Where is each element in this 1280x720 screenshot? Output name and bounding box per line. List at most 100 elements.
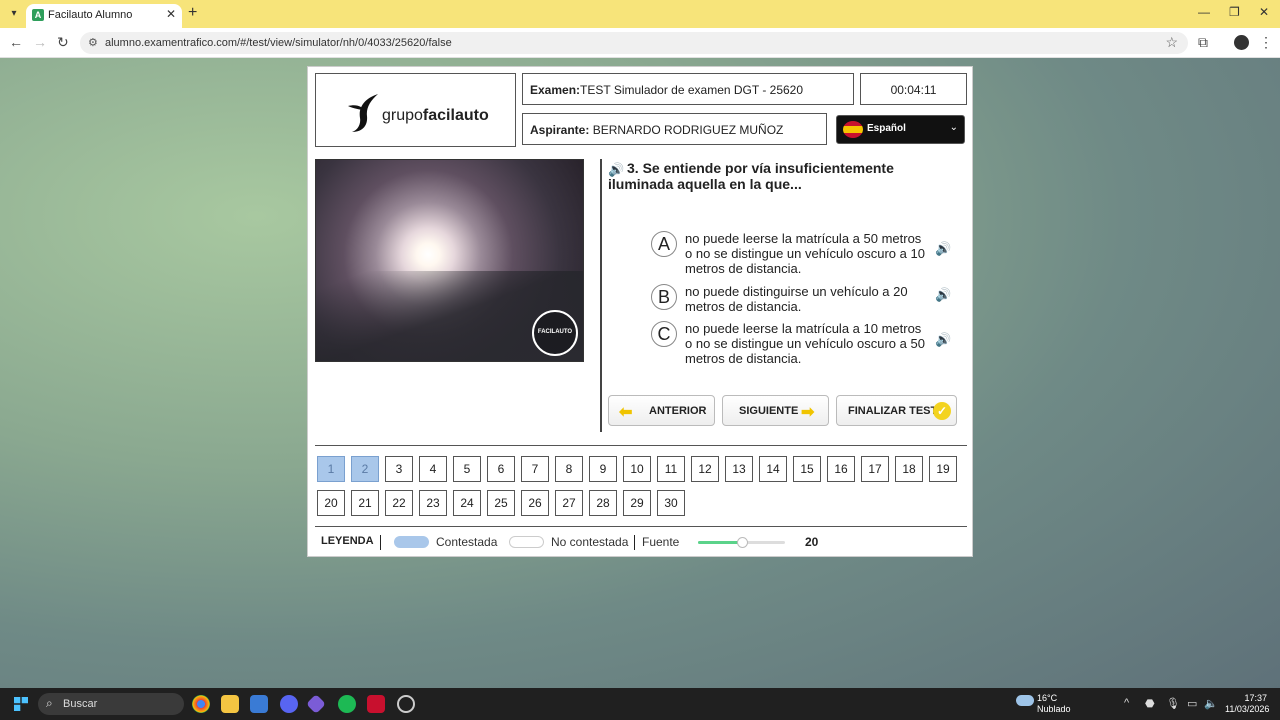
store-icon[interactable] (250, 695, 268, 713)
volume-icon[interactable]: 🔈 (1204, 697, 1218, 710)
option-b[interactable]: B no puede distinguirse un vehículo a 20… (651, 284, 963, 316)
question-number-19[interactable]: 19 (929, 456, 957, 482)
question-number-24[interactable]: 24 (453, 490, 481, 516)
taskbar-search[interactable]: ⌕ Buscar (38, 693, 184, 715)
question-number-10[interactable]: 10 (623, 456, 651, 482)
tab-search-icon[interactable]: ▾ (6, 6, 22, 22)
minimize-icon[interactable]: — (1198, 5, 1210, 19)
question-number-4[interactable]: 4 (419, 456, 447, 482)
app-icon[interactable] (306, 694, 326, 714)
question-number-6[interactable]: 6 (487, 456, 515, 482)
clock[interactable]: 17:37 11/03/2026 (1225, 693, 1269, 715)
chrome-icon[interactable] (192, 695, 210, 713)
tray-app-icon[interactable]: ⬣ (1145, 697, 1155, 710)
address-bar[interactable]: ⚙ alumno.examentrafico.com/#/test/view/s… (80, 32, 1188, 54)
logo-text-light: grupo (382, 107, 423, 124)
question-number-18[interactable]: 18 (895, 456, 923, 482)
badge-text: FACILAUTO (537, 329, 573, 335)
question-number-7[interactable]: 7 (521, 456, 549, 482)
chevron-up-icon[interactable]: ^ (1124, 697, 1129, 709)
file-explorer-icon[interactable] (221, 695, 239, 713)
question-number-12[interactable]: 12 (691, 456, 719, 482)
facilauto-bird-icon (348, 94, 378, 132)
question-number-26[interactable]: 26 (521, 490, 549, 516)
answered-legend: Contestada (436, 535, 498, 549)
next-button[interactable]: SIGUIENTE ➡ (722, 395, 829, 426)
game-app-icon[interactable] (367, 695, 385, 713)
network-icon[interactable]: ▭ (1187, 697, 1197, 710)
question-number-17[interactable]: 17 (861, 456, 889, 482)
site-info-icon[interactable]: ⚙ (88, 36, 98, 49)
steam-icon[interactable] (397, 695, 415, 713)
exam-value: TEST Simulador de examen DGT - 25620 (580, 83, 804, 97)
spain-flag-icon (843, 121, 863, 138)
timer: 00:04:11 (860, 73, 967, 105)
unanswered-swatch (509, 536, 544, 548)
question-number-2[interactable]: 2 (351, 456, 379, 482)
url-text[interactable]: alumno.examentrafico.com/#/test/view/sim… (105, 37, 452, 49)
font-size-value: 20 (805, 535, 819, 549)
question-number-15[interactable]: 15 (793, 456, 821, 482)
new-tab-icon[interactable]: + (188, 4, 197, 22)
option-letter[interactable]: C (651, 321, 677, 347)
next-label: SIGUIENTE (739, 405, 799, 417)
question-number-8[interactable]: 8 (555, 456, 583, 482)
microphone-icon[interactable]: 🎙 (1166, 697, 1180, 710)
question-number-16[interactable]: 16 (827, 456, 855, 482)
profile-avatar[interactable] (1234, 35, 1249, 50)
option-letter[interactable]: B (651, 284, 677, 310)
maximize-icon[interactable]: ❐ (1229, 5, 1240, 19)
logo-text: grupofacilauto (382, 107, 489, 125)
spotify-icon[interactable] (338, 695, 356, 713)
windows-start-icon[interactable] (14, 697, 28, 711)
question-number-29[interactable]: 29 (623, 490, 651, 516)
question-number-21[interactable]: 21 (351, 490, 379, 516)
extensions-icon[interactable]: ⧉ (1198, 34, 1208, 51)
candidate-info: Aspirante: BERNARDO RODRIGUEZ MUÑOZ (522, 113, 827, 145)
question-number-30[interactable]: 30 (657, 490, 685, 516)
reload-icon[interactable]: ↻ (57, 34, 69, 51)
question-number-1[interactable]: 1 (317, 456, 345, 482)
font-size-slider[interactable] (698, 537, 785, 548)
question-number-9[interactable]: 9 (589, 456, 617, 482)
back-icon[interactable]: ← (9, 34, 23, 50)
candidate-value: BERNARDO RODRIGUEZ MUÑOZ (592, 123, 784, 137)
question-number-28[interactable]: 28 (589, 490, 617, 516)
option-letter[interactable]: A (651, 231, 677, 257)
question-number-22[interactable]: 22 (385, 490, 413, 516)
legend-separator (380, 535, 381, 550)
question-number-27[interactable]: 27 (555, 490, 583, 516)
weather-temp[interactable]: 16°C (1037, 693, 1057, 703)
question-number-25[interactable]: 25 (487, 490, 515, 516)
option-audio-icon[interactable]: 🔊 (935, 287, 951, 303)
language-label: Español (867, 123, 906, 134)
option-text[interactable]: no puede leerse la matrícula a 50 metros… (685, 231, 925, 276)
option-audio-icon[interactable]: 🔊 (935, 332, 951, 348)
question-number-13[interactable]: 13 (725, 456, 753, 482)
option-text[interactable]: no puede leerse la matrícula a 10 metros… (685, 321, 925, 366)
question-number-11[interactable]: 11 (657, 456, 685, 482)
finish-test-button[interactable]: FINALIZAR TEST ✓ (836, 395, 957, 426)
option-c[interactable]: C no puede leerse la matrícula a 10 metr… (651, 321, 963, 369)
close-tab-icon[interactable]: ✕ (166, 7, 176, 21)
browser-tab[interactable]: A Facilauto Alumno ✕ (26, 4, 182, 28)
bookmark-star-icon[interactable]: ☆ (1165, 34, 1178, 51)
previous-button[interactable]: ⬅ ANTERIOR (608, 395, 715, 426)
question-number-20[interactable]: 20 (317, 490, 345, 516)
option-text[interactable]: no puede distinguirse un vehículo a 20 m… (685, 284, 925, 314)
forward-icon[interactable]: → (33, 34, 47, 50)
weather-condition[interactable]: Nublado (1037, 704, 1071, 714)
discord-icon[interactable] (280, 695, 298, 713)
cloud-icon[interactable] (1016, 695, 1034, 706)
browser-menu-icon[interactable]: ⋮ (1259, 34, 1273, 51)
question-number-23[interactable]: 23 (419, 490, 447, 516)
option-audio-icon[interactable]: 🔊 (935, 241, 951, 257)
question-number-3[interactable]: 3 (385, 456, 413, 482)
slider-handle[interactable] (736, 537, 748, 548)
language-select[interactable]: Español ⌄ (836, 115, 965, 144)
close-window-icon[interactable]: ✕ (1259, 5, 1269, 19)
option-a[interactable]: A no puede leerse la matrícula a 50 metr… (651, 231, 963, 279)
question-number-14[interactable]: 14 (759, 456, 787, 482)
question-number-5[interactable]: 5 (453, 456, 481, 482)
slider-fill (698, 541, 742, 544)
